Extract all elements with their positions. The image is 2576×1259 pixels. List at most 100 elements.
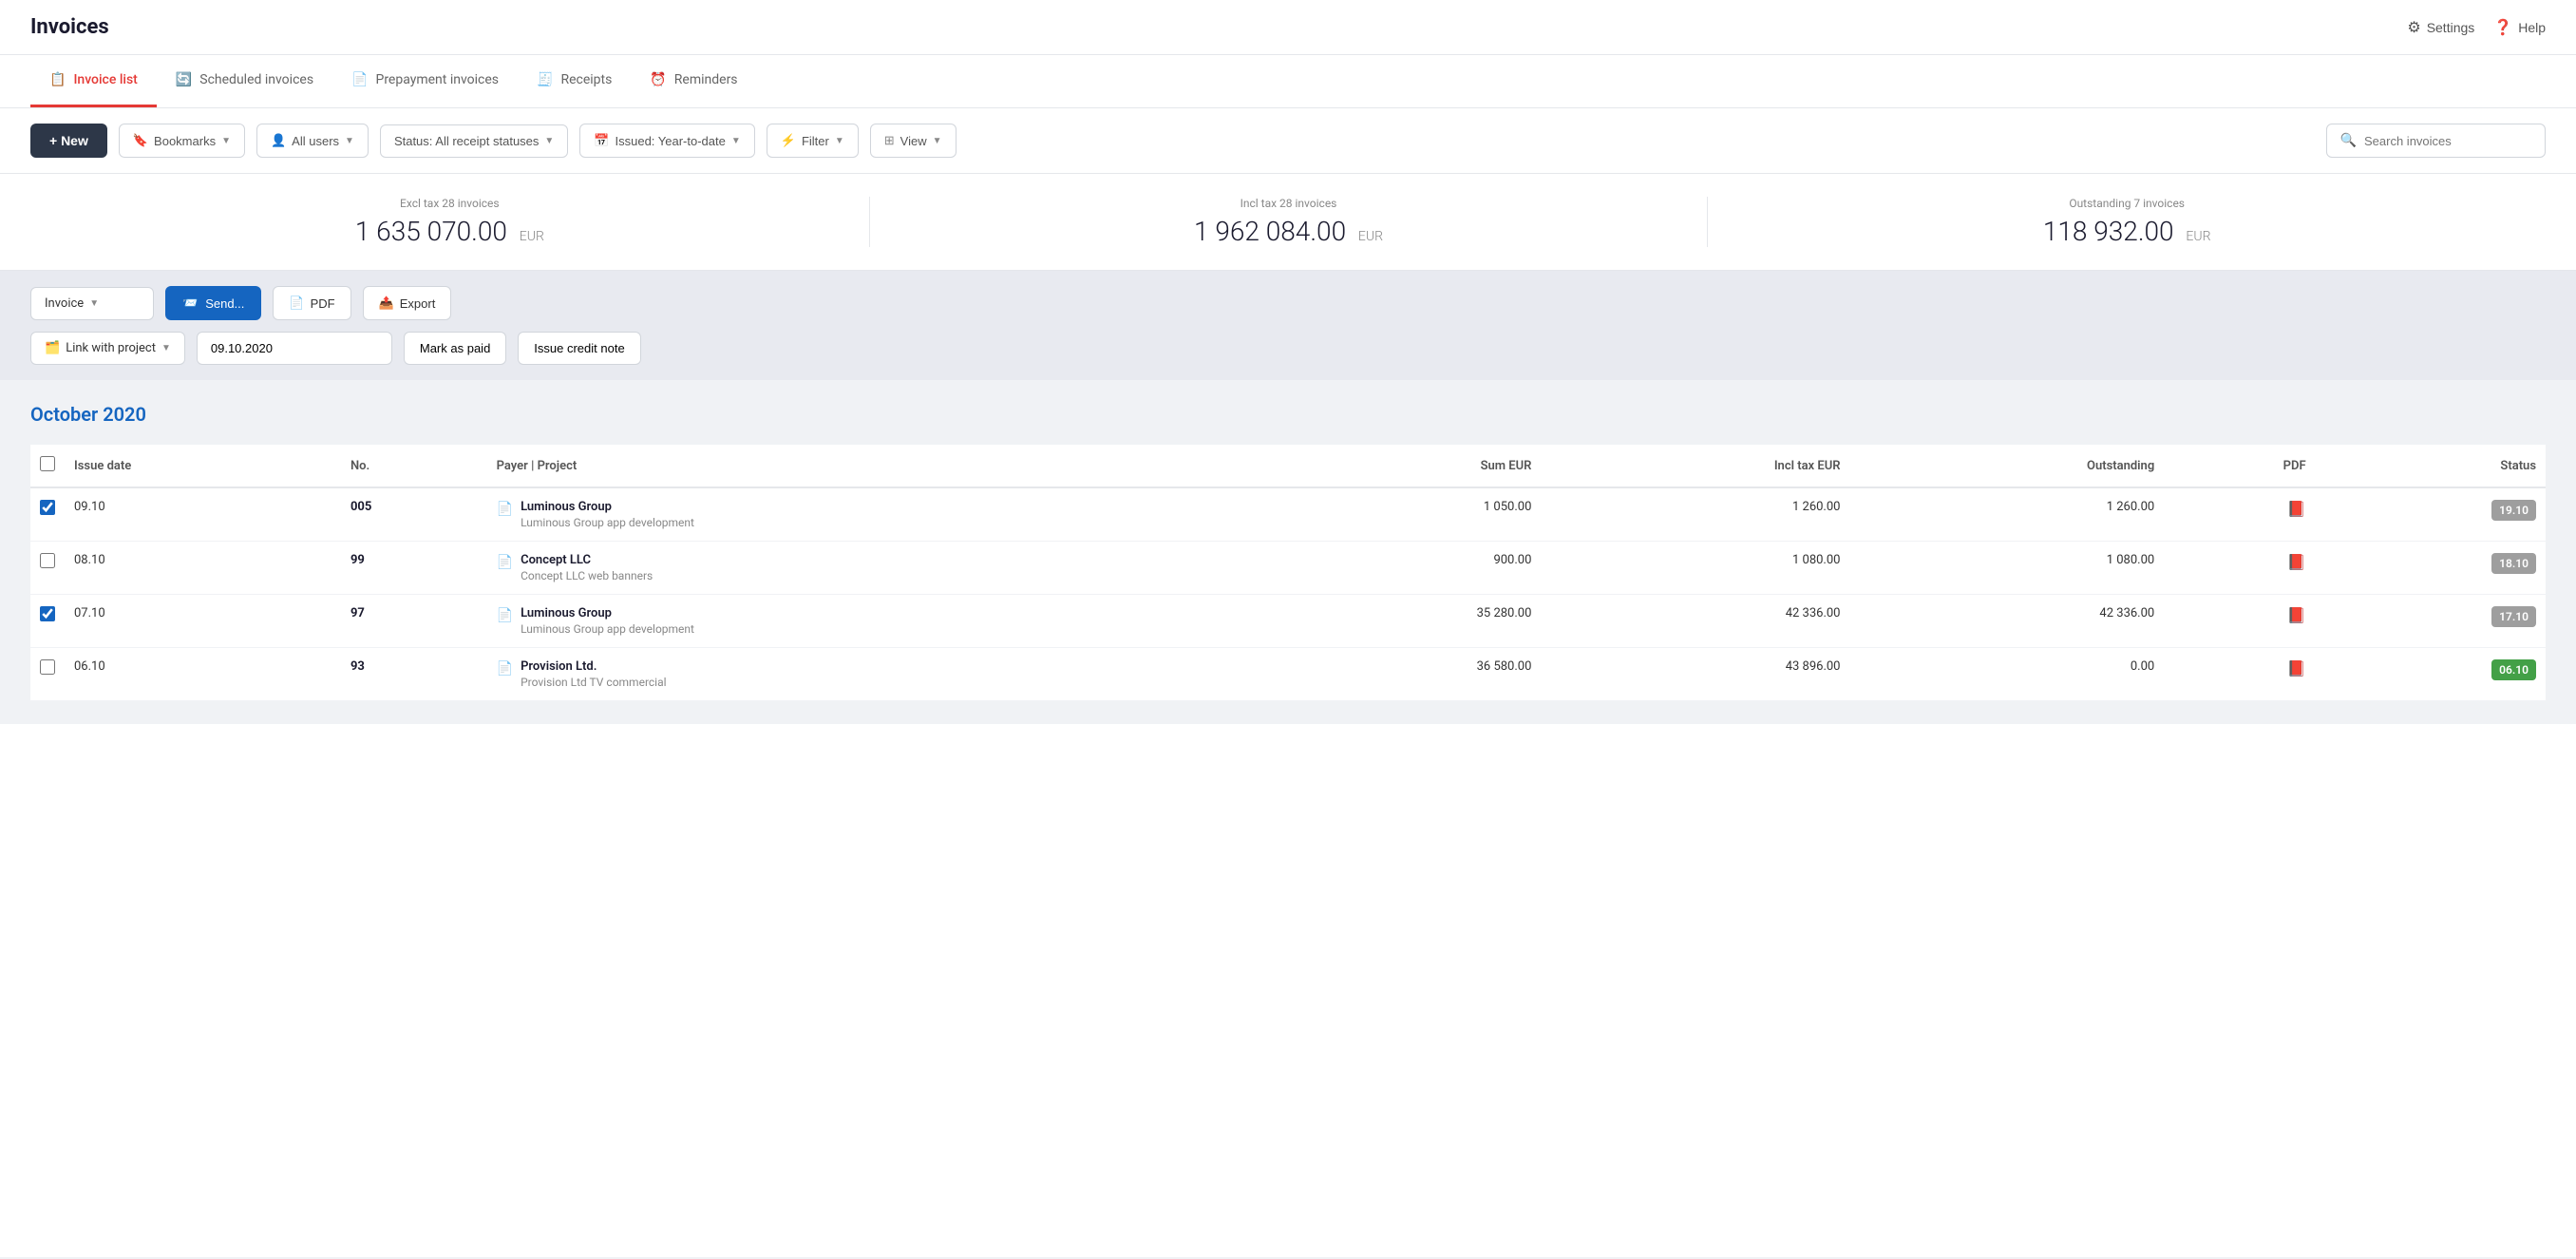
invoice-type-arrow: ▼	[89, 298, 99, 309]
payer-project: Concept LLC web banners	[521, 569, 653, 582]
issued-arrow: ▼	[731, 136, 741, 146]
status-label: Status: All receipt statuses	[394, 134, 539, 148]
outstanding-currency: EUR	[2186, 229, 2210, 244]
payer-name: Luminous Group	[521, 500, 694, 514]
incl-tax-value: 1 962 084.00 EUR	[870, 216, 1708, 247]
app-title: Invoices	[30, 15, 109, 39]
table-row: 07.10 97 📄 Luminous Group Luminous Group…	[30, 595, 2546, 648]
gear-icon: ⚙	[2407, 18, 2420, 37]
row-outstanding: 1 260.00	[1849, 487, 2164, 542]
action-row-2: 🗂️ Link with project ▼ Mark as paid Issu…	[30, 332, 2546, 365]
export-button[interactable]: 📤 Export	[363, 286, 452, 320]
issued-filter-button[interactable]: 📅 Issued: Year-to-date ▼	[579, 124, 754, 158]
header-actions: ⚙ Settings ❓ Help	[2407, 18, 2546, 37]
search-icon: 🔍	[2340, 133, 2357, 148]
row-checkbox-cell	[30, 595, 65, 648]
filter-button[interactable]: ⚡ Filter ▼	[767, 124, 859, 158]
tab-icon-invoice-list: 📋	[49, 72, 66, 87]
payer-project: Provision Ltd TV commercial	[521, 676, 666, 689]
link-arrow: ▼	[161, 343, 171, 353]
settings-label: Settings	[2427, 20, 2475, 35]
row-sum-eur: 35 280.00	[1273, 595, 1541, 648]
all-users-button[interactable]: 👤 All users ▼	[256, 124, 369, 158]
tab-receipts[interactable]: 🧾 Receipts	[518, 55, 631, 107]
link-icon: 🗂️	[45, 341, 60, 355]
row-status-cell: 17.10	[2316, 595, 2546, 648]
col-incl-tax-eur: Incl tax EUR	[1541, 445, 1849, 487]
status-badge: 19.10	[2491, 500, 2536, 521]
bookmarks-button[interactable]: 🔖 Bookmarks ▼	[119, 124, 245, 158]
select-all-checkbox[interactable]	[40, 456, 55, 471]
tab-reminders[interactable]: ⏰ Reminders	[631, 55, 756, 107]
send-label: Send...	[205, 296, 244, 311]
tab-invoice-list[interactable]: 📋 Invoice list	[30, 55, 157, 107]
row-incl-tax-eur: 43 896.00	[1541, 648, 1849, 701]
summary-bar: Excl tax 28 invoices 1 635 070.00 EUR In…	[0, 174, 2576, 271]
col-sum-eur: Sum EUR	[1273, 445, 1541, 487]
row-checkbox-1[interactable]	[40, 553, 55, 568]
row-checkbox-3[interactable]	[40, 659, 55, 675]
row-checkbox-0[interactable]	[40, 500, 55, 515]
row-payer-project: 📄 Luminous Group Luminous Group app deve…	[487, 595, 1274, 648]
row-payer-project: 📄 Luminous Group Luminous Group app deve…	[487, 487, 1274, 542]
payer-project: Luminous Group app development	[521, 516, 694, 529]
row-checkbox-2[interactable]	[40, 606, 55, 621]
all-users-arrow: ▼	[345, 136, 354, 146]
row-pdf-icon-cell: 📕	[2164, 648, 2315, 701]
outstanding-value: 118 932.00 EUR	[1708, 216, 2546, 247]
tab-label-receipts: Receipts	[560, 72, 612, 87]
mark-as-paid-button[interactable]: Mark as paid	[404, 332, 506, 365]
row-no: 93	[341, 648, 487, 701]
tab-icon-prepayment: 📄	[351, 72, 368, 87]
pdf-download-icon[interactable]: 📕	[2287, 553, 2306, 571]
invoice-type-label: Invoice	[45, 296, 84, 311]
invoice-type-select[interactable]: Invoice ▼	[30, 287, 154, 320]
status-filter-button[interactable]: Status: All receipt statuses ▼	[380, 124, 568, 158]
table-row: 06.10 93 📄 Provision Ltd. Provision Ltd …	[30, 648, 2546, 701]
outstanding-label: Outstanding 7 invoices	[1708, 197, 2546, 210]
send-icon: 📨	[182, 296, 198, 311]
search-box[interactable]: 🔍	[2326, 124, 2546, 158]
calendar-icon: 📅	[594, 133, 609, 148]
row-checkbox-cell	[30, 487, 65, 542]
table-row: 08.10 99 📄 Concept LLC Concept LLC web b…	[30, 542, 2546, 595]
view-button[interactable]: ⊞ View ▼	[870, 124, 957, 158]
tab-label-reminders: Reminders	[674, 72, 738, 87]
bookmark-icon: 🔖	[133, 133, 148, 148]
date-input[interactable]	[197, 332, 392, 365]
search-input[interactable]	[2364, 134, 2531, 148]
filter-arrow: ▼	[835, 136, 844, 146]
excl-tax-summary: Excl tax 28 invoices 1 635 070.00 EUR	[30, 197, 869, 247]
incl-tax-summary: Incl tax 28 invoices 1 962 084.00 EUR	[869, 197, 1708, 247]
row-checkbox-cell	[30, 542, 65, 595]
tab-prepayment-invoices[interactable]: 📄 Prepayment invoices	[332, 55, 518, 107]
link-with-project-select[interactable]: 🗂️ Link with project ▼	[30, 332, 185, 365]
help-button[interactable]: ❓ Help	[2493, 18, 2546, 37]
issue-credit-note-button[interactable]: Issue credit note	[518, 332, 640, 365]
tab-scheduled-invoices[interactable]: 🔄 Scheduled invoices	[157, 55, 332, 107]
pdf-download-icon[interactable]: 📕	[2287, 659, 2306, 677]
row-outstanding: 42 336.00	[1849, 595, 2164, 648]
incl-tax-label: Incl tax 28 invoices	[870, 197, 1708, 210]
pdf-download-icon[interactable]: 📕	[2287, 606, 2306, 624]
row-incl-tax-eur: 1 260.00	[1541, 487, 1849, 542]
view-icon: ⊞	[884, 133, 895, 148]
pdf-label: PDF	[311, 296, 335, 311]
status-badge: 06.10	[2491, 659, 2536, 680]
col-issue-date: Issue date	[65, 445, 341, 487]
tab-icon-scheduled: 🔄	[176, 72, 192, 87]
payer-name: Concept LLC	[521, 553, 653, 567]
status-arrow: ▼	[544, 136, 554, 146]
payer-project: Luminous Group app development	[521, 622, 694, 636]
tab-label-invoice-list: Invoice list	[73, 72, 137, 87]
pdf-button[interactable]: 📄 PDF	[273, 286, 350, 320]
settings-button[interactable]: ⚙ Settings	[2407, 18, 2474, 37]
issued-label: Issued: Year-to-date	[616, 134, 726, 148]
row-outstanding: 1 080.00	[1849, 542, 2164, 595]
new-button[interactable]: + New	[30, 124, 107, 158]
pdf-download-icon[interactable]: 📕	[2287, 500, 2306, 518]
tabs-bar: 📋 Invoice list 🔄 Scheduled invoices 📄 Pr…	[0, 55, 2576, 108]
send-button[interactable]: 📨 Send...	[165, 286, 261, 320]
row-pdf-icon-cell: 📕	[2164, 487, 2315, 542]
row-issue-date: 09.10	[65, 487, 341, 542]
